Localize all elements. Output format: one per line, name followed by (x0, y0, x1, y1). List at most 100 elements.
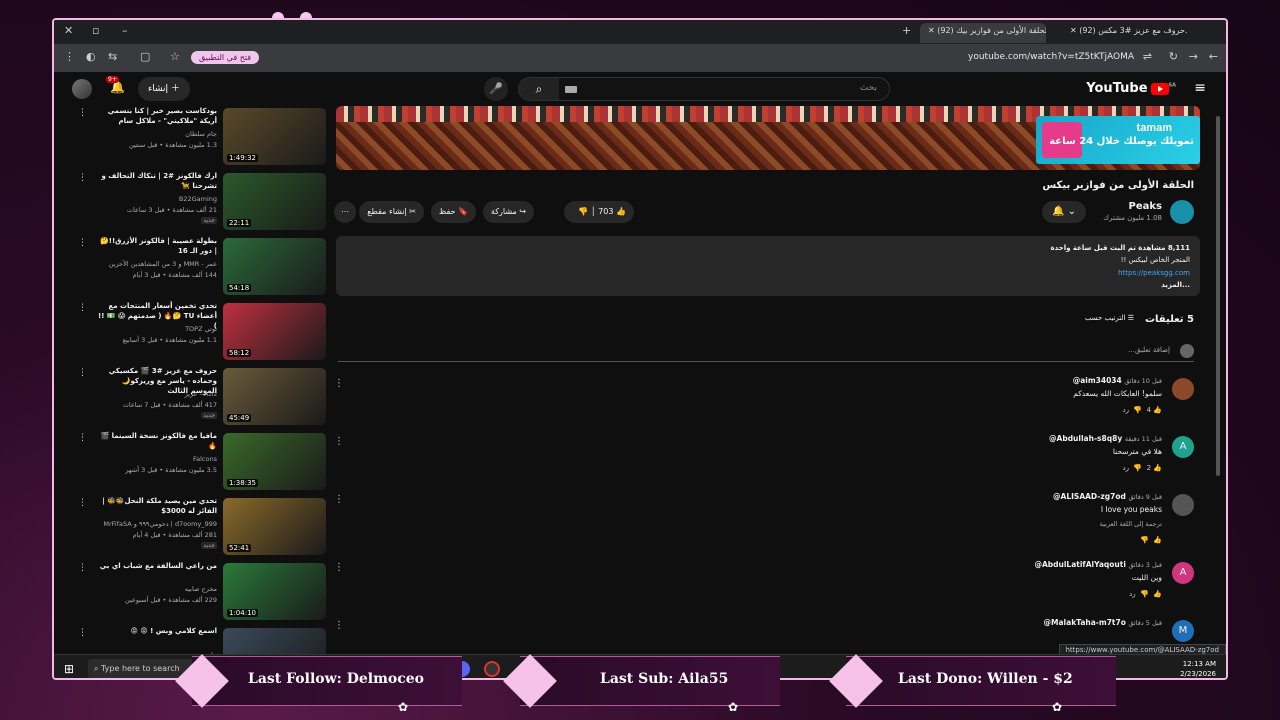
close-tab-icon[interactable]: ✕ (928, 26, 937, 35)
more-options-icon[interactable]: ⋮ (78, 628, 87, 638)
create-button[interactable]: إنشاء ＋ (138, 77, 190, 101)
more-options-icon[interactable]: ⋮ (78, 368, 87, 378)
video-title[interactable]: ارك فالكونز #2 | تنكاك التحالف و تشرحنا … (97, 171, 217, 191)
comment-username[interactable]: @AbdulLatifAlYaqouti (1034, 560, 1125, 569)
keyboard-icon[interactable] (565, 86, 577, 93)
commenter-avatar[interactable]: M (1172, 620, 1194, 642)
more-options-icon[interactable]: ⋮ (78, 498, 87, 508)
recommended-video[interactable]: ⋮ 52:41 تحدي مين يصيد ملكة النحل🐝🐝 | الفائ… (78, 496, 326, 561)
account-avatar[interactable] (72, 79, 92, 99)
comment-menu-icon[interactable]: ⋮ (334, 620, 344, 631)
subscribed-bell-button[interactable]: 🔔 ⌄ (1042, 201, 1086, 223)
ad-overlay[interactable]: tamam تمويلك يوصلك خلال 24 ساعة (1036, 116, 1200, 164)
comment-username[interactable]: @Abdullah-s8q8y (1049, 434, 1122, 443)
comment-menu-icon[interactable]: ⋮ (334, 436, 344, 447)
video-thumbnail[interactable]: 54:18 (223, 238, 326, 295)
minimize-window-icon[interactable]: – (122, 24, 128, 37)
commenter-avatar[interactable]: A (1172, 436, 1194, 458)
description-box[interactable]: 8,111 مشاهدة تم البث قبل ساعة واحدة المت… (336, 236, 1200, 296)
translate-link[interactable]: ترجمة إلى اللغة العربية (1100, 520, 1162, 528)
comment-menu-icon[interactable]: ⋮ (334, 562, 344, 573)
video-title[interactable]: بطولة عصيبة | فالكونز الأزرق!!🤔 | دور ال… (97, 236, 217, 256)
commenter-name[interactable]: @ALISAAD-zg7od قبل 9 دقائق (1053, 492, 1162, 501)
clip-button[interactable]: ✂ إنشاء مقطع (359, 201, 424, 223)
channel-name[interactable]: جام سلطان (97, 130, 217, 138)
comment-username[interactable]: @aim34034 (1073, 376, 1122, 385)
comment-time[interactable]: قبل 10 دقائق (1124, 377, 1162, 385)
save-button[interactable]: 🔖 حفظ (430, 201, 476, 223)
url-field[interactable]: youtube.com/watch?v=tZ5tKTjAOMA (968, 52, 1134, 62)
restore-window-icon[interactable]: ▫ (92, 24, 99, 37)
voice-search-icon[interactable]: 🎤 (484, 77, 508, 101)
commenter-name[interactable]: @aim34034 قبل 10 دقائق (1073, 376, 1162, 385)
recommended-video[interactable]: ⋮ 1:04:10 من راعي السالفة مع شباب اي بي مخر… (78, 561, 326, 626)
reply-button[interactable]: رد (1129, 590, 1136, 598)
recommended-video[interactable]: ⋮ 58:12 تحدي تخمين أسعار المنتجات مع أعضاء… (78, 301, 326, 366)
video-title[interactable]: تحدي مين يصيد ملكة النحل🐝🐝 | الفائز له 3… (97, 496, 217, 516)
sort-comments-button[interactable]: ☰ الترتيب حسب (1085, 314, 1134, 322)
comment-time[interactable]: قبل 5 دقائق (1129, 619, 1162, 627)
recommended-video[interactable]: ⋮ 45:49 حروف مع عزيز #3 🎬 مكسيكي وحماده - … (78, 366, 326, 431)
notifications-icon[interactable]: 🔔 9+ (106, 76, 125, 94)
commenter-avatar[interactable] (1172, 494, 1194, 516)
scrollbar[interactable] (1216, 116, 1220, 476)
video-title[interactable]: مافيا مع فالكونز نسخة السينما 🎬 🔥 (97, 431, 217, 451)
video-player[interactable]: tamam تمويلك يوصلك خلال 24 ساعة (336, 106, 1200, 170)
comment-menu-icon[interactable]: ⋮ (334, 378, 344, 389)
taskbar-clock[interactable]: 12:13 AM 2/23/2026 (1180, 659, 1216, 678)
channel-name[interactable]: B22Gaming (97, 195, 217, 203)
channel-name[interactable]: Peaks (1129, 201, 1162, 212)
search-input[interactable]: بحث (860, 83, 877, 93)
search-icon[interactable]: ⌕ (519, 78, 559, 100)
video-thumbnail[interactable]: 45:49 (223, 368, 326, 425)
sidepanel-icon[interactable]: ▢ (140, 50, 150, 63)
channel-name[interactable]: Falcons (97, 455, 217, 463)
comment-time[interactable]: قبل 3 دقائق (1129, 561, 1162, 569)
commenter-name[interactable]: @AbdulLatifAlYaqouti قبل 3 دقائق (1034, 560, 1162, 569)
thumbs-down-icon[interactable]: 👎 (1140, 536, 1149, 544)
thumbs-down-icon[interactable]: 👎 (578, 207, 588, 216)
more-options-icon[interactable]: ⋮ (78, 108, 87, 118)
video-thumbnail[interactable]: 1:38:35 (223, 433, 326, 490)
extensions-icon[interactable]: ◐ (86, 50, 96, 63)
open-in-app-button[interactable]: فتح في التطبيق (191, 51, 260, 64)
menu-icon[interactable]: ≡ (1194, 80, 1206, 96)
close-tab-icon[interactable]: ✕ (1070, 26, 1079, 35)
video-thumbnail[interactable]: 22:11 (223, 173, 326, 230)
obs-icon[interactable] (484, 661, 500, 677)
more-menu-icon[interactable]: ⋮ (64, 50, 75, 63)
channel-name[interactable]: عمر - MMR و 3 من المشاهدين الآخرين (97, 260, 217, 268)
video-thumbnail[interactable]: 58:12 (223, 303, 326, 360)
more-options-icon[interactable]: ⋮ (78, 563, 87, 573)
description-link[interactable]: https://peaksgg.com (1118, 269, 1190, 277)
channel-name[interactable]: توتي TOPZ (97, 325, 217, 333)
comment-username[interactable]: @MalakTaha-m7t7o (1044, 618, 1126, 627)
thumbs-up-icon[interactable]: 👍 (1153, 464, 1162, 472)
add-comment-field[interactable]: إضافة تعليق... (338, 344, 1194, 362)
recommended-video[interactable]: ⋮ 1:38:35 مافيا مع فالكونز نسخة السينما 🎬 … (78, 431, 326, 496)
video-thumbnail[interactable]: 1:49:32 (223, 108, 326, 165)
share-button[interactable]: ↪ مشاركة (482, 201, 534, 223)
commenter-avatar[interactable] (1172, 378, 1194, 400)
channel-name[interactable]: d7oomy_999 | دحومي٩٩٩ و MrFifaSA (97, 520, 217, 528)
more-options-icon[interactable]: ⋮ (78, 303, 87, 313)
more-options-icon[interactable]: ⋮ (78, 433, 87, 443)
search-box[interactable]: ⌕ بحث (518, 77, 890, 101)
channel-name[interactable]: Aziz - عزيز (97, 390, 217, 398)
show-more-link[interactable]: ...المزيد (1161, 281, 1190, 289)
channel-name[interactable]: مخرج صابيه (97, 585, 217, 593)
youtube-logo[interactable]: YouTube SA (1086, 81, 1176, 96)
like-dislike-button[interactable]: 👍 703 │ 👎 (564, 201, 634, 223)
recommended-video[interactable]: ⋮ 1:49:32 بودكاست بصير خير | كنا بنسمي أري… (78, 106, 326, 171)
comment-menu-icon[interactable]: ⋮ (334, 494, 344, 505)
reading-list-icon[interactable]: ⇆ (108, 50, 117, 63)
more-options-icon[interactable]: ⋮ (78, 173, 87, 183)
video-title[interactable]: اسمع كلامي وبس ! 😡 😡 (97, 626, 217, 636)
thumbs-up-icon[interactable]: 👍 (1153, 406, 1162, 414)
more-actions-button[interactable]: ⋯ (334, 201, 356, 223)
reply-button[interactable]: رد (1122, 464, 1129, 472)
new-tab-icon[interactable]: + (902, 24, 911, 37)
channel-avatar[interactable] (1170, 200, 1194, 224)
comment-time[interactable]: قبل 9 دقائق (1129, 493, 1162, 501)
video-title[interactable]: بودكاست بصير خير | كنا بنسمي أريكة "ملاك… (97, 106, 217, 126)
